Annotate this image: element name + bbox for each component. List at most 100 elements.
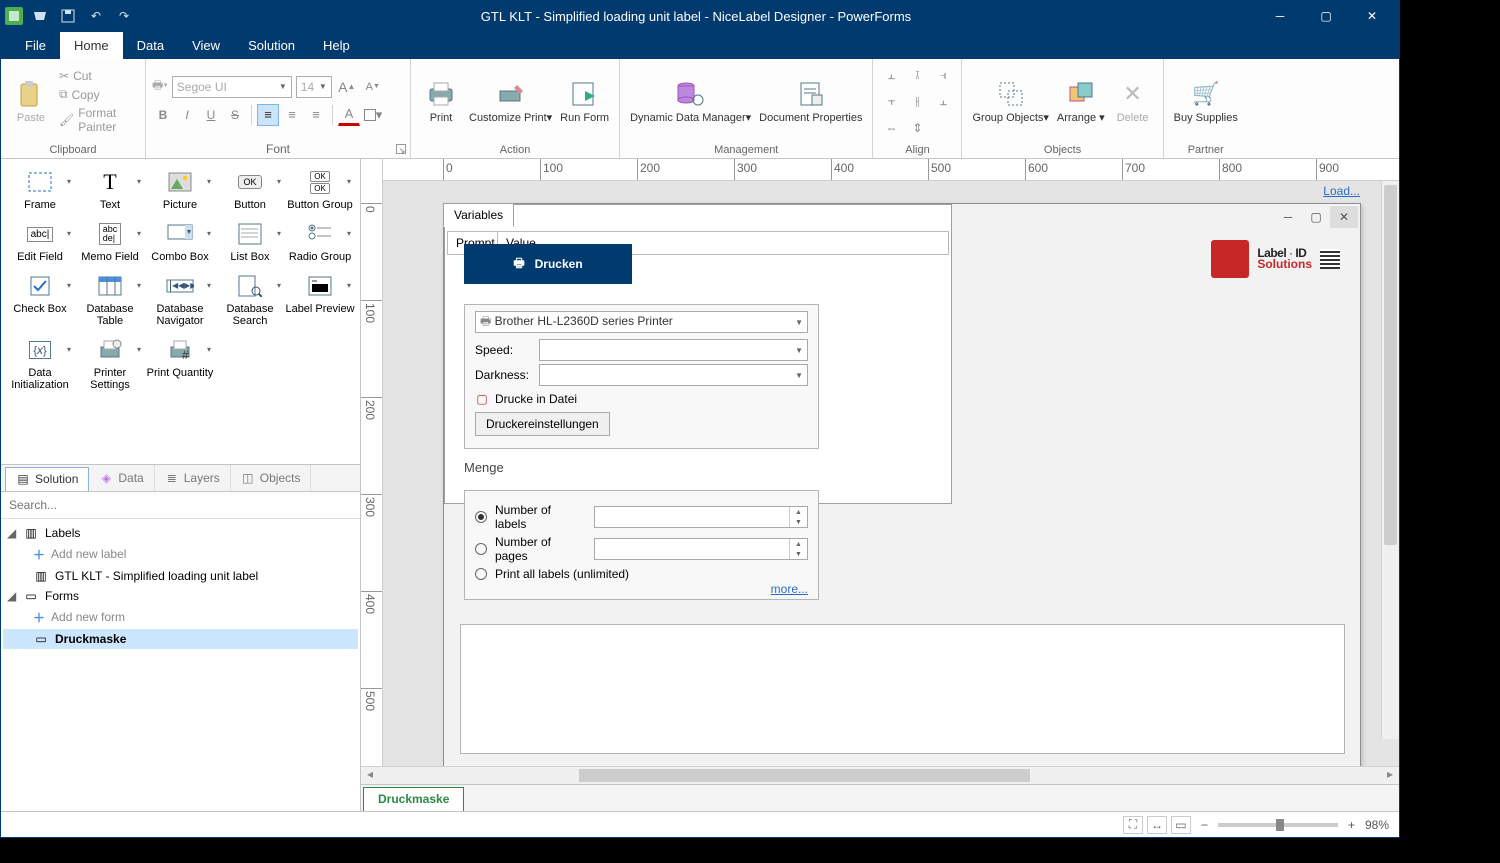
speed-combo[interactable]: ▼ [539, 339, 808, 361]
toolbox-btngroup[interactable]: OKOKButton Group▾ [285, 169, 355, 211]
bold-icon[interactable]: B [152, 104, 174, 126]
buy-supplies-button[interactable]: 🛒Buy Supplies [1170, 76, 1242, 126]
minimize-button[interactable]: ─ [1257, 1, 1303, 31]
radio-number-labels[interactable]: Number of labels▲▼ [475, 503, 808, 531]
toolbox-button[interactable]: OKButton▾ [215, 169, 285, 211]
toolbox-lblprev[interactable]: Label Preview▾ [285, 273, 355, 327]
toolbox-prset[interactable]: Printer Settings▾ [75, 337, 145, 391]
copy-button[interactable]: ⧉Copy [59, 87, 139, 102]
document-properties-button[interactable]: Document Properties [755, 76, 866, 126]
search-input[interactable] [1, 492, 360, 518]
toolbox-prqty[interactable]: #Print Quantity▾ [145, 337, 215, 391]
toolbox-text[interactable]: TText▾ [75, 169, 145, 211]
design-surface[interactable]: ─ ▢ ✕ 🖶 Drucken Label · IDSolutions [383, 181, 1399, 766]
menu-help[interactable]: Help [309, 32, 364, 59]
zoom-width-icon[interactable]: ↔ [1147, 816, 1167, 834]
toolbox-check[interactable]: Check Box▾ [5, 273, 75, 327]
tab-data[interactable]: ◈Data [89, 465, 154, 491]
align-left-obj[interactable]: ⫠ [879, 64, 903, 88]
align-bottom[interactable]: ⫠ [931, 90, 955, 114]
toolbox-edit[interactable]: abc|Edit Field▾ [5, 221, 75, 263]
align-left-icon[interactable]: ≡ [257, 104, 279, 126]
menu-data[interactable]: Data [123, 32, 178, 59]
form-close[interactable]: ✕ [1330, 206, 1358, 228]
print-button[interactable]: Print [417, 76, 465, 126]
align-center-h[interactable]: ⫱ [905, 64, 929, 88]
zoom-out-button[interactable]: − [1201, 818, 1208, 832]
delete-button[interactable]: ✕Delete [1109, 76, 1157, 126]
menu-solution[interactable]: Solution [234, 32, 309, 59]
menu-file[interactable]: File [11, 32, 60, 59]
zoom-page-icon[interactable]: ▭ [1171, 816, 1191, 834]
horizontal-scrollbar[interactable]: ◂ ▸ [361, 766, 1399, 784]
toolbox-dbsearch[interactable]: Database Search▾ [215, 273, 285, 327]
zoom-fit-icon[interactable]: ⛶ [1123, 816, 1143, 834]
grow-font-icon[interactable]: A▲ [336, 76, 358, 98]
align-right-icon[interactable]: ≡ [305, 104, 327, 126]
tree-forms[interactable]: ◢▭Forms [3, 586, 358, 606]
font-color-icon[interactable]: A [338, 104, 360, 126]
underline-icon[interactable]: U [200, 104, 222, 126]
format-painter-button[interactable]: 🖌Format Painter [59, 106, 139, 134]
tab-objects[interactable]: ◫Objects [231, 465, 312, 491]
load-link[interactable]: Load... [1323, 184, 1360, 198]
strike-icon[interactable]: S [224, 104, 246, 126]
menu-view[interactable]: View [178, 32, 234, 59]
darkness-combo[interactable]: ▼ [539, 364, 808, 386]
font-dialog-launcher[interactable] [396, 144, 406, 154]
toolbox-datainit[interactable]: {x}Data Initialization▾ [5, 337, 75, 391]
menu-home[interactable]: Home [60, 32, 123, 59]
dynamic-data-button[interactable]: Dynamic Data Manager▾ [626, 76, 755, 126]
tab-layers[interactable]: ≣Layers [155, 465, 231, 491]
group-objects-button[interactable]: Group Objects▾ [968, 76, 1052, 126]
customize-print-button[interactable]: Customize Print▾ [465, 76, 556, 126]
fill-color-icon[interactable]: ▾ [362, 104, 384, 126]
align-right-obj[interactable]: ⫣ [931, 64, 955, 88]
printer-font-icon[interactable]: 🖶▾ [152, 76, 168, 97]
paste-button[interactable]: Paste [7, 76, 55, 126]
more-link[interactable]: more... [771, 582, 808, 596]
variables-tab[interactable]: Variables [443, 203, 514, 227]
tree-add-form[interactable]: ＋Add new form [3, 606, 358, 629]
toolbox-dbnav[interactable]: |◂◂▸▸|Database Navigator▾ [145, 273, 215, 327]
dist-v[interactable]: ⇕ [905, 116, 929, 140]
tree-form-item[interactable]: ▭Druckmaske [3, 629, 358, 649]
zoom-slider[interactable] [1218, 823, 1338, 827]
zoom-in-button[interactable]: + [1348, 818, 1355, 832]
align-center-icon[interactable]: ≡ [281, 104, 303, 126]
radio-number-pages[interactable]: Number of pages▲▼ [475, 535, 808, 563]
qat-redo-icon[interactable]: ↷ [113, 5, 135, 27]
toolbox-dbtable[interactable]: Database Table▾ [75, 273, 145, 327]
drucken-button[interactable]: 🖶 Drucken [464, 244, 632, 284]
align-middle[interactable]: ⫲ [905, 90, 929, 114]
maximize-button[interactable]: ▢ [1303, 1, 1349, 31]
align-top[interactable]: ⫟ [879, 90, 903, 114]
printer-settings-button[interactable]: Druckereinstellungen [475, 412, 610, 436]
toolbox-picture[interactable]: Picture▾ [145, 169, 215, 211]
printer-combo[interactable]: 🖶 Brother HL-L2360D series Printer▼ [475, 311, 808, 333]
italic-icon[interactable]: I [176, 104, 198, 126]
doc-tab-druckmaske[interactable]: Druckmaske [363, 787, 464, 811]
close-button[interactable]: ✕ [1349, 1, 1395, 31]
font-size-combo[interactable]: 14▼ [296, 76, 332, 98]
tab-solution[interactable]: ▤Solution [5, 467, 89, 491]
radio-print-all[interactable]: Print all labels (unlimited) [475, 567, 808, 581]
form-maximize[interactable]: ▢ [1302, 206, 1330, 228]
toolbox-radiog[interactable]: Radio Group▾ [285, 221, 355, 263]
form-surface[interactable]: ─ ▢ ✕ 🖶 Drucken Label · IDSolutions [443, 203, 1361, 766]
qat-open-icon[interactable] [29, 5, 51, 27]
form-minimize[interactable]: ─ [1274, 206, 1302, 228]
toolbox-frame[interactable]: Frame▾ [5, 169, 75, 211]
qat-save-icon[interactable] [57, 5, 79, 27]
toolbox-list[interactable]: List Box▾ [215, 221, 285, 263]
print-to-file-checkbox[interactable]: ▢Drucke in Datei [475, 392, 808, 406]
qat-undo-icon[interactable]: ↶ [85, 5, 107, 27]
vertical-scrollbar[interactable] [1381, 181, 1399, 739]
labels-spin[interactable]: ▲▼ [594, 506, 809, 528]
cut-button[interactable]: ✂Cut [59, 69, 139, 83]
shrink-font-icon[interactable]: A▼ [362, 76, 384, 98]
run-form-button[interactable]: Run Form [556, 76, 613, 126]
pages-spin[interactable]: ▲▼ [594, 538, 808, 560]
toolbox-combo[interactable]: Combo Box▾ [145, 221, 215, 263]
toolbox-memo[interactable]: abcde|Memo Field▾ [75, 221, 145, 263]
